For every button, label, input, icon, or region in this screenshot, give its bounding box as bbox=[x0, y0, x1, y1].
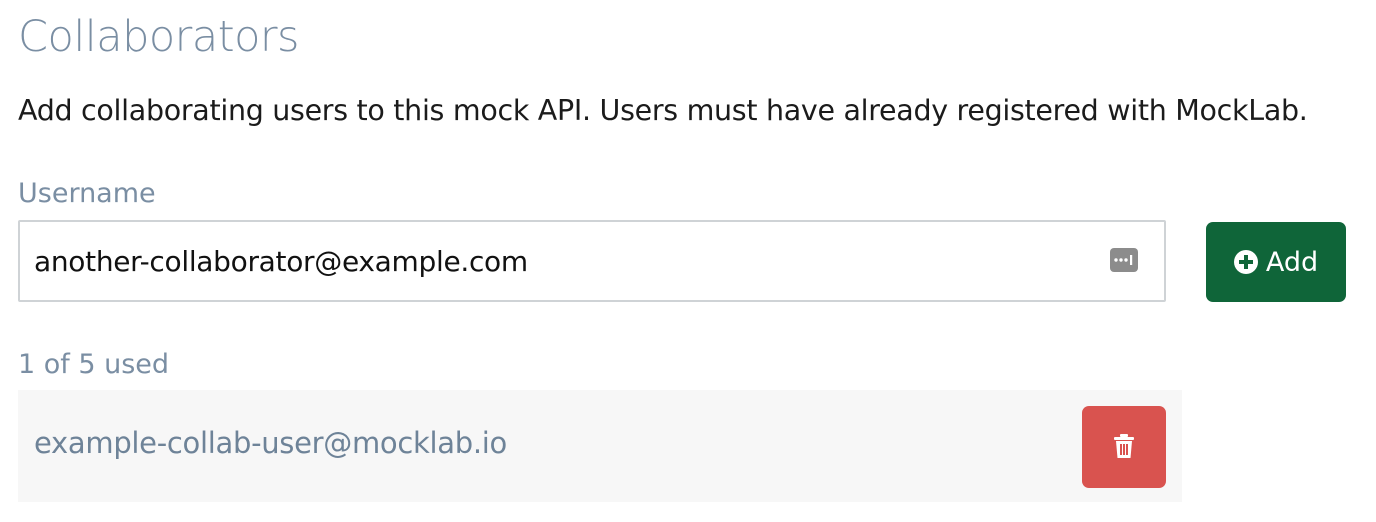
username-label: Username bbox=[18, 178, 156, 209]
username-field bbox=[18, 220, 1166, 302]
add-button-label: Add bbox=[1265, 246, 1319, 278]
password-manager-icon[interactable] bbox=[1110, 248, 1138, 272]
section-title: Collaborators bbox=[18, 12, 299, 62]
collaborators-panel: Collaborators Add collaborating users to… bbox=[0, 0, 1376, 522]
delete-collaborator-button[interactable] bbox=[1082, 406, 1166, 488]
add-collaborator-button[interactable]: Add bbox=[1206, 222, 1346, 302]
collaborator-email: example-collab-user@mocklab.io bbox=[34, 426, 507, 460]
username-input[interactable] bbox=[34, 222, 1104, 300]
section-description: Add collaborating users to this mock API… bbox=[18, 94, 1308, 127]
collaborator-row: example-collab-user@mocklab.io bbox=[18, 390, 1182, 502]
collaborator-usage: 1 of 5 used bbox=[18, 349, 170, 380]
plus-circle-icon bbox=[1233, 250, 1258, 274]
trash-icon bbox=[1114, 433, 1134, 461]
